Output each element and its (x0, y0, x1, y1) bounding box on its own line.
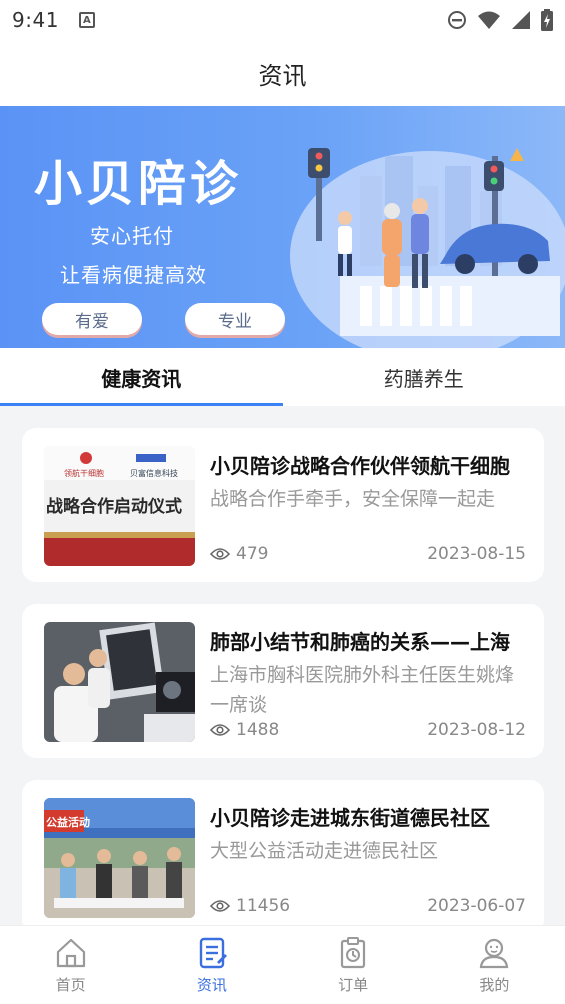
svg-text:公益活动: 公益活动 (46, 815, 90, 829)
nav-home-label: 首页 (55, 975, 86, 994)
signal-icon (512, 11, 530, 29)
nav-orders-label: 订单 (338, 975, 369, 994)
article-date: 2023-08-12 (427, 720, 526, 740)
article-title: 小贝陪诊战略合作伙伴领航干细胞 (210, 454, 510, 478)
page-header: 资讯 (0, 40, 565, 106)
nav-profile[interactable]: 我的 (424, 926, 565, 1004)
article-meta: 1488 2023-08-12 (210, 720, 526, 740)
news-icon (199, 937, 227, 968)
tab-health-news[interactable]: 健康资讯 (0, 348, 283, 406)
nav-orders[interactable]: 订单 (283, 926, 424, 1004)
page-title: 资讯 (258, 61, 307, 90)
eye-icon (210, 900, 230, 912)
status-time: 9:41 (12, 8, 59, 32)
profile-icon (480, 938, 509, 968)
nav-home[interactable]: 首页 (0, 926, 141, 1004)
article-description: 上海市胸科医院肺外科主任医生姚烽一席谈 (210, 664, 515, 716)
article-description: 战略合作手牵手，安全保障一起走 (210, 488, 496, 510)
dnd-icon (448, 11, 466, 29)
nav-news-label: 资讯 (196, 975, 227, 994)
view-count: 479 (236, 544, 269, 564)
article-card[interactable]: 公益活动 小贝陪诊走进城东街道德民社区 大型公益活动走进德民社区 11456 2… (22, 780, 544, 934)
banner-subtitle-1: 安心托付 (90, 224, 174, 248)
view-count: 1488 (236, 720, 280, 740)
view-count: 11456 (236, 896, 291, 916)
category-tabs: 健康资讯 药膳养生 (0, 348, 565, 406)
banner-pill-love: 有爱 (42, 303, 142, 335)
promo-banner[interactable]: 小贝陪诊 安心托付 让看病便捷高效 有爱 专业 (0, 106, 565, 348)
article-thumbnail: 公益活动 (44, 798, 195, 918)
city-crossing-illustration (290, 148, 565, 348)
tab-diet-wellness[interactable]: 药膳养生 (283, 348, 565, 406)
article-meta: 11456 2023-06-07 (210, 896, 526, 916)
eye-icon (210, 724, 230, 736)
article-card[interactable]: 肺部小结节和肺癌的关系——上海 上海市胸科医院肺外科主任医生姚烽一席谈 1488… (22, 604, 544, 758)
article-thumbnail: 领航干细胞 贝富信息科技 战略合作启动仪式 (44, 446, 195, 566)
article-title: 肺部小结节和肺癌的关系——上海 (210, 630, 510, 654)
status-icons (447, 9, 553, 31)
banner-title: 小贝陪诊 (34, 156, 243, 212)
order-icon (341, 936, 366, 968)
svg-text:贝富信息科技: 贝富信息科技 (130, 468, 178, 478)
wifi-icon (478, 11, 500, 29)
banner-pill-professional: 专业 (185, 303, 285, 335)
nav-news[interactable]: 资讯 (141, 926, 282, 1004)
svg-text:战略合作启动仪式: 战略合作启动仪式 (46, 496, 182, 517)
battery-icon (541, 9, 553, 31)
article-date: 2023-08-15 (427, 544, 526, 564)
article-card[interactable]: 领航干细胞 贝富信息科技 战略合作启动仪式 小贝陪诊战略合作伙伴领航干细胞 战略… (22, 428, 544, 582)
banner-subtitle-2: 让看病便捷高效 (60, 263, 207, 287)
status-bar: 9:41 A (0, 0, 565, 40)
svg-text:领航干细胞: 领航干细胞 (64, 468, 104, 478)
nav-profile-label: 我的 (479, 975, 510, 994)
article-meta: 479 2023-08-15 (210, 544, 526, 564)
article-description: 大型公益活动走进德民社区 (210, 840, 439, 862)
article-title: 小贝陪诊走进城东街道德民社区 (210, 806, 490, 830)
article-date: 2023-06-07 (427, 896, 526, 916)
eye-icon (210, 548, 230, 560)
notification-a-icon: A (78, 12, 95, 28)
home-icon (56, 938, 85, 967)
article-thumbnail (44, 622, 195, 742)
bottom-nav: 首页 资讯 订单 我的 (0, 925, 565, 1004)
